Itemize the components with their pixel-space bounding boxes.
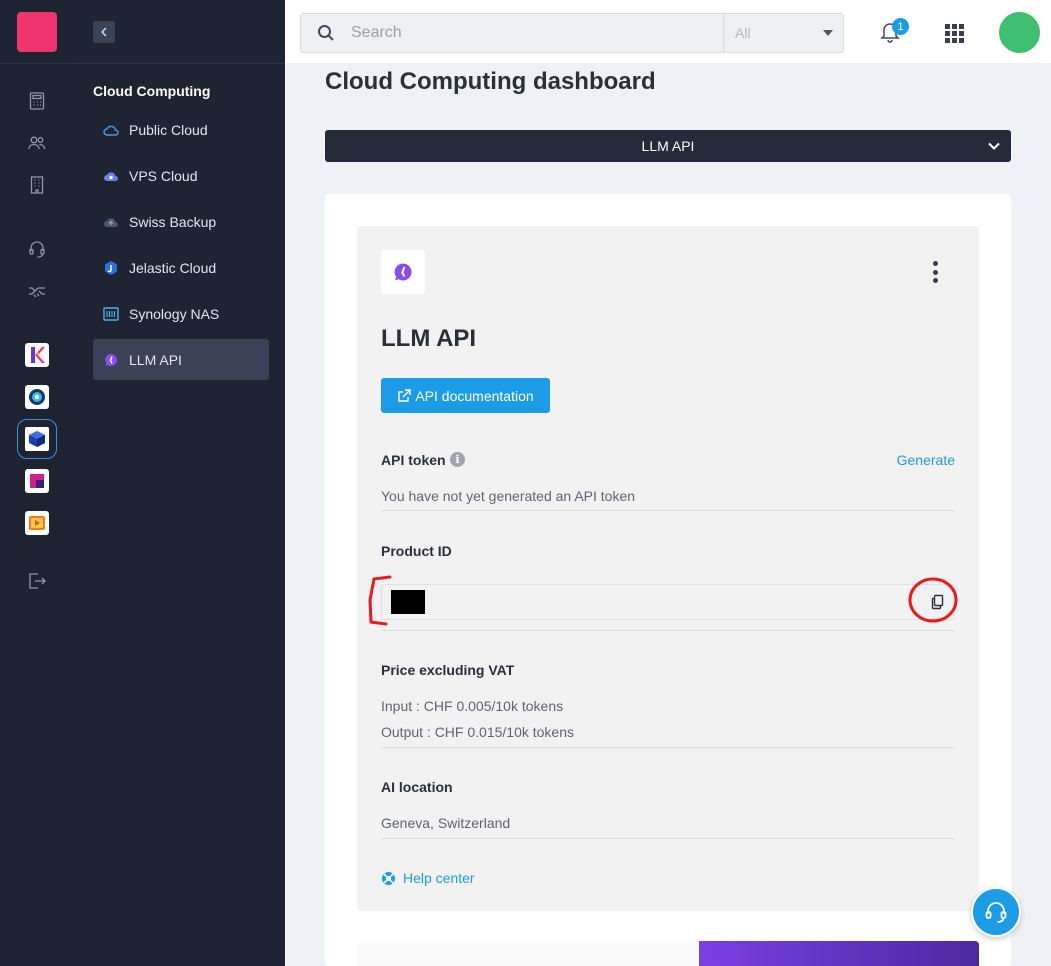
info-icon[interactable]: i [450, 452, 465, 467]
search-icon [301, 24, 351, 42]
page-title: Cloud Computing dashboard [325, 68, 656, 95]
notification-badge: 1 [892, 18, 909, 35]
headset-icon[interactable] [26, 238, 48, 260]
generate-token-link[interactable]: Generate [897, 452, 955, 468]
search-bar: All [300, 13, 844, 53]
jelastic-icon [103, 260, 119, 276]
sidebar-item-vps-cloud[interactable]: VPS Cloud [93, 155, 269, 196]
more-options-button[interactable] [930, 261, 940, 283]
building-icon[interactable] [26, 174, 48, 196]
logout-icon[interactable] [26, 570, 48, 592]
sidebar-item-jelastic-cloud[interactable]: Jelastic Cloud [93, 247, 269, 288]
chevron-down-icon [987, 139, 1001, 153]
promo-banner-image [699, 941, 979, 966]
help-center-link[interactable]: Help center [381, 870, 475, 886]
sidebar-divider [77, 63, 285, 64]
ksuite-app-icon[interactable] [25, 469, 49, 493]
cloud-icon [103, 122, 119, 138]
avatar[interactable] [999, 12, 1040, 53]
api-token-label: API token [381, 452, 446, 468]
kplayer-app-icon[interactable] [25, 511, 49, 535]
users-icon[interactable] [26, 132, 48, 154]
kchat-app-icon[interactable] [25, 343, 49, 367]
divider [381, 747, 955, 748]
divider [381, 630, 955, 631]
lifebuoy-icon [382, 871, 395, 885]
product-id-label: Product ID [381, 543, 452, 559]
rail-divider [0, 63, 77, 64]
ai-location-label: AI location [381, 779, 453, 795]
sidebar-section-title: Cloud Computing [93, 83, 211, 99]
handshake-icon[interactable] [26, 280, 48, 302]
sidebar-item-public-cloud[interactable]: Public Cloud [93, 109, 269, 150]
sidebar-item-label: Swiss Backup [129, 213, 217, 230]
api-documentation-button[interactable]: API documentation [381, 378, 550, 413]
caret-down-icon [823, 30, 833, 36]
sidebar-item-label: LLM API [129, 351, 182, 368]
promo-banner [357, 941, 979, 966]
infomaniak-logo[interactable] [17, 12, 57, 52]
help-center-label: Help center [403, 870, 475, 886]
support-chat-button[interactable] [971, 887, 1021, 937]
llm-icon [103, 352, 119, 368]
api-token-value: You have not yet generated an API token [381, 488, 636, 504]
sidebar-item-label: Public Cloud [129, 121, 208, 138]
card-title: LLM API [381, 325, 477, 352]
secondary-sidebar: Cloud Computing Public Cloud VPS Cloud S… [77, 0, 285, 966]
nas-icon [103, 306, 119, 322]
product-selector-value: LLM API [641, 138, 695, 154]
external-link-icon [398, 388, 412, 402]
price-input: Input : CHF 0.005/10k tokens [381, 698, 564, 714]
sidebar-item-label: Synology NAS [129, 305, 220, 322]
collapse-sidebar-button[interactable] [93, 21, 115, 43]
price-output: Output : CHF 0.015/10k tokens [381, 724, 574, 740]
calculator-icon[interactable] [26, 90, 48, 112]
api-documentation-label: API documentation [415, 387, 534, 404]
cloud-computing-app-icon[interactable] [17, 419, 57, 459]
icon-rail [0, 0, 77, 966]
red-annotation-marks [368, 575, 958, 626]
notifications-button[interactable]: 1 [880, 18, 909, 43]
kdrive-app-icon[interactable] [25, 385, 49, 409]
sidebar-item-synology-nas[interactable]: Synology NAS [93, 293, 269, 334]
headset-icon [985, 902, 1007, 923]
sidebar-item-llm-api[interactable]: LLM API [93, 339, 269, 380]
price-label: Price excluding VAT [381, 662, 515, 678]
search-input[interactable] [351, 24, 721, 42]
apps-grid-icon[interactable] [945, 24, 964, 43]
divider [381, 510, 955, 511]
search-filter-value: All [735, 25, 751, 41]
sidebar-item-label: Jelastic Cloud [129, 259, 217, 276]
sidebar-item-label: VPS Cloud [129, 167, 198, 184]
product-selector[interactable]: LLM API [325, 130, 1011, 162]
divider [381, 838, 955, 839]
llm-product-logo [381, 250, 425, 294]
vps-icon [103, 168, 119, 184]
backup-icon [103, 214, 119, 230]
top-bar: All 1 [285, 0, 1051, 63]
sidebar-item-swiss-backup[interactable]: Swiss Backup [93, 201, 269, 242]
search-filter-select[interactable]: All [723, 14, 843, 52]
ai-location-value: Geneva, Switzerland [381, 815, 511, 831]
